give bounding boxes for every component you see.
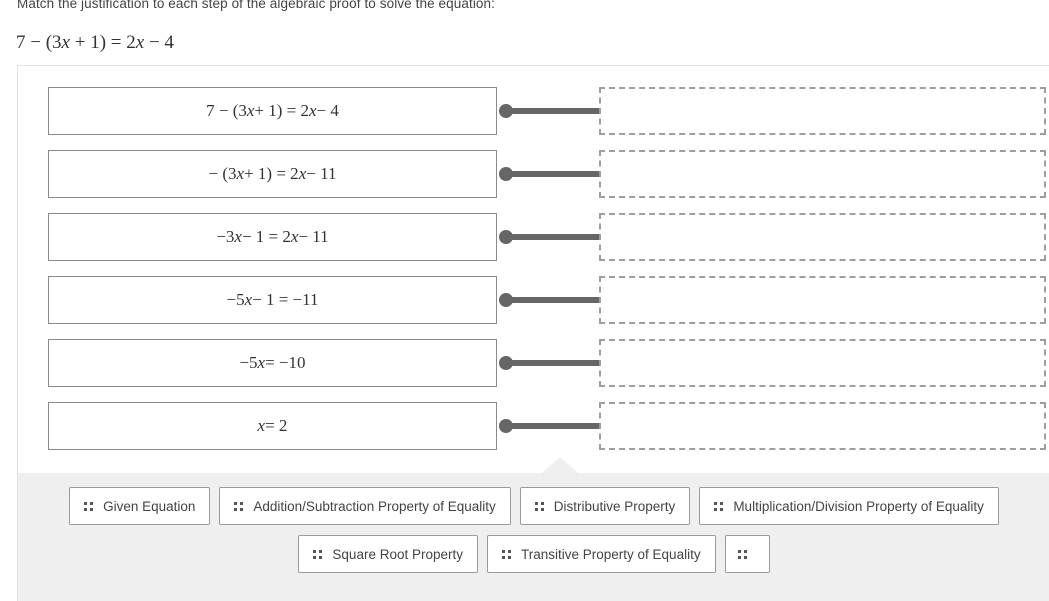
answer-tile-label: Multiplication/Division Property of Equa… (733, 498, 984, 514)
answer-tile-blank[interactable] (724, 535, 770, 573)
answer-bank-row-1: Given Equation Addition/Subtraction Prop… (18, 487, 1049, 525)
match-row: −5 x − 1 = −11 (18, 276, 1049, 324)
answer-bank: Given Equation Addition/Subtraction Prop… (18, 457, 1049, 601)
drop-zone-3[interactable] (599, 213, 1046, 261)
drag-handle-icon[interactable] (737, 549, 748, 559)
answer-tile-distributive-property[interactable]: Distributive Property (519, 487, 691, 525)
match-row: − (3 x + 1) = 2x − 11 (18, 150, 1049, 198)
answer-tile-transitive-property[interactable]: Transitive Property of Equality (487, 535, 716, 573)
match-rows: 7 − (3 x + 1) = 2x − 4 − (3 x + 1) = 2x − … (18, 66, 1049, 472)
connector-bar (504, 234, 610, 240)
connector-2 (499, 167, 615, 181)
drag-handle-icon[interactable] (534, 501, 545, 511)
drag-handle-icon[interactable] (84, 501, 94, 511)
answer-tile-label: Transitive Property of Equality (521, 546, 701, 562)
equation-box-3: −3 x − 1 = 2x − 11 (48, 213, 497, 261)
drag-handle-icon[interactable] (502, 549, 512, 559)
answer-bank-row-2: Square Root Property Transitive Property… (18, 535, 1049, 573)
drop-zone-2[interactable] (599, 150, 1046, 198)
answer-tile-label: Distributive Property (553, 498, 676, 514)
connector-4 (499, 293, 615, 307)
answer-tile-multiplication-division-property[interactable]: Multiplication/Division Property of Equa… (699, 487, 999, 525)
answer-tile-square-root-property[interactable]: Square Root Property (298, 535, 478, 573)
answer-tile-label: Addition/Subtraction Property of Equalit… (253, 498, 496, 514)
match-row: −5 x = −10 (18, 339, 1049, 387)
connector-bar (504, 108, 610, 114)
question-equation: 7 − (3x + 1) = 2x − 4 (16, 32, 174, 53)
drop-zone-6[interactable] (599, 402, 1046, 450)
equation-box-4: −5 x − 1 = −11 (48, 276, 497, 324)
equation-box-6: x = 2 (48, 402, 497, 450)
equation-box-2: − (3 x + 1) = 2x − 11 (48, 150, 497, 198)
match-row: −3 x − 1 = 2x − 11 (18, 213, 1049, 261)
connector-bar (504, 171, 610, 177)
answer-tile-addition-subtraction-property[interactable]: Addition/Subtraction Property of Equalit… (219, 487, 511, 525)
drop-zone-4[interactable] (599, 276, 1046, 324)
matching-question-page: Match the justification to each step of … (0, 0, 1049, 601)
connector-3 (499, 230, 615, 244)
match-row: x = 2 (18, 402, 1049, 450)
connector-5 (499, 356, 615, 370)
connector-1 (499, 104, 615, 118)
drag-handle-icon[interactable] (313, 549, 323, 559)
drop-zone-1[interactable] (599, 87, 1046, 135)
drag-handle-icon[interactable] (234, 501, 244, 511)
question-instruction: Match the justification to each step of … (17, 0, 495, 11)
equation-box-1: 7 − (3 x + 1) = 2x − 4 (48, 87, 497, 135)
answer-tile-given-equation[interactable]: Given Equation (69, 487, 211, 525)
connector-bar (504, 297, 610, 303)
drag-handle-icon[interactable] (714, 501, 724, 511)
equation-box-5: −5 x = −10 (48, 339, 497, 387)
answer-bank-pointer (542, 457, 578, 473)
answer-tile-label: Given Equation (103, 498, 196, 514)
connector-bar (504, 360, 610, 366)
matching-container: 7 − (3 x + 1) = 2x − 4 − (3 x + 1) = 2x − … (17, 65, 1049, 601)
connector-bar (504, 423, 610, 429)
answer-tile-label: Square Root Property (332, 546, 463, 562)
connector-6 (499, 419, 615, 433)
match-row: 7 − (3 x + 1) = 2x − 4 (18, 87, 1049, 135)
drop-zone-5[interactable] (599, 339, 1046, 387)
